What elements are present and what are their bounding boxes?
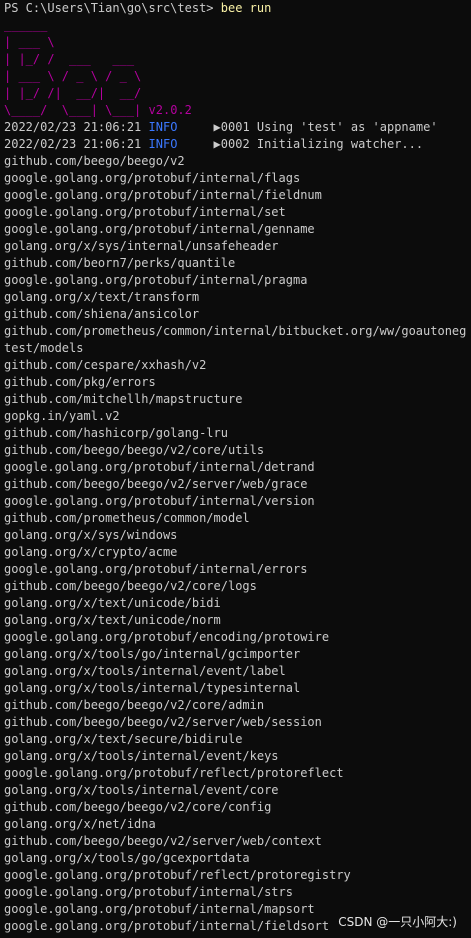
package-line: github.com/beego/beego/v2/core/logs [4,579,257,593]
package-line: golang.org/x/text/unicode/norm [4,613,221,627]
logo-line: ______ [4,18,48,32]
package-line: google.golang.org/protobuf/internal/erro… [4,562,308,576]
prompt-line: PS C:\Users\Tian\go\src\test> bee run [4,0,471,17]
logo-line: | ___ \ / _ \ / _ \ [4,69,142,83]
package-line: github.com/beego/beego/v2 [4,154,185,168]
log-line: 2022/02/23 21:06:21 INFO ▶0002 Initializ… [4,136,471,153]
logo-line: | |_/ / ___ ___ [4,52,135,66]
package-line: github.com/prometheus/common/model [4,511,250,525]
package-line: github.com/hashicorp/golang-lru [4,426,228,440]
watermark: CSDN @一只小阿大:) [338,915,457,929]
package-line: golang.org/x/text/transform [4,290,200,304]
package-line: google.golang.org/protobuf/internal/detr… [4,460,315,474]
log-line: 2022/02/23 21:06:21 INFO ▶0001 Using 'te… [4,119,471,136]
package-line: golang.org/x/tools/go/gcexportdata [4,851,250,865]
prompt-command: bee run [220,1,272,15]
package-list: github.com/beego/beego/v2 google.golang.o… [4,153,471,935]
log-timestamp: 2022/02/23 21:06:21 [4,120,142,134]
package-line: github.com/beego/beego/v2/core/config [4,800,272,814]
bee-logo: ______ | ___ \ | |_/ / ___ ___ | ___ \ /… [4,17,471,119]
bee-version: v2.0.2 [148,103,192,117]
play-arrow-icon: ▶ [213,120,221,134]
package-line: github.com/prometheus/common/internal/bi… [4,324,467,338]
logo-line: | ___ \ [4,35,55,49]
package-line: github.com/pkg/errors [4,375,156,389]
logo-line-last: \____/ \___| \___| v2.0.2 [4,102,471,119]
logo-line: | |_/ /| __/| __/ [4,86,142,100]
prompt-path: PS C:\Users\Tian\go\src\test> [4,1,214,15]
package-line: golang.org/x/crypto/acme [4,545,178,559]
play-arrow-icon: ▶ [213,137,221,151]
package-line: golang.org/x/net/idna [4,817,156,831]
package-line: golang.org/x/tools/internal/event/core [4,783,279,797]
log-lines: 2022/02/23 21:06:21 INFO ▶0001 Using 'te… [4,119,471,153]
package-line: golang.org/x/text/secure/bidirule [4,732,243,746]
package-line: github.com/beego/beego/v2/server/web/ses… [4,715,322,729]
package-line: google.golang.org/protobuf/internal/fiel… [4,188,322,202]
log-level: INFO [148,120,178,134]
package-line: google.golang.org/protobuf/reflect/proto… [4,766,344,780]
package-line: golang.org/x/tools/internal/typesinterna… [4,681,301,695]
log-level: INFO [148,137,178,151]
package-line: github.com/beego/beego/v2/server/web/gra… [4,477,308,491]
log-timestamp: 2022/02/23 21:06:21 [4,137,142,151]
package-line: google.golang.org/protobuf/internal/set [4,205,286,219]
package-line: github.com/beego/beego/v2/server/web/con… [4,834,322,848]
package-line: github.com/mitchellh/mapstructure [4,392,243,406]
log-code: 0001 [220,120,250,134]
package-line: google.golang.org/protobuf/internal/vers… [4,494,315,508]
package-line: github.com/shiena/ansicolor [4,307,200,321]
package-line: google.golang.org/protobuf/internal/strs [4,885,293,899]
package-line: github.com/beorn7/perks/quantile [4,256,236,270]
terminal-output[interactable]: PS C:\Users\Tian\go\src\test> bee run __… [4,0,471,938]
package-line: github.com/beego/beego/v2/core/utils [4,443,265,457]
package-line: golang.org/x/tools/go/internal/gcimporte… [4,647,301,661]
package-line: golang.org/x/tools/internal/event/label [4,664,286,678]
package-line: google.golang.org/protobuf/encoding/prot… [4,630,330,644]
package-line: golang.org/x/tools/internal/event/keys [4,749,279,763]
log-message: Using 'test' as 'appname' [256,120,438,134]
logo-line-text: \____/ \___| \___| [4,103,142,117]
package-line: golang.org/x/sys/windows [4,528,178,542]
log-code: 0002 [220,137,250,151]
package-line: golang.org/x/sys/internal/unsafeheader [4,239,279,253]
package-line: test/models [4,341,84,355]
package-line: google.golang.org/protobuf/internal/prag… [4,273,308,287]
log-message: Initializing watcher... [256,137,424,151]
package-line: google.golang.org/protobuf/internal/genn… [4,222,315,236]
package-line: google.golang.org/protobuf/internal/flag… [4,171,301,185]
package-line: google.golang.org/protobuf/reflect/proto… [4,868,351,882]
package-line: golang.org/x/text/unicode/bidi [4,596,221,610]
package-line: github.com/cespare/xxhash/v2 [4,358,207,372]
package-line: gopkg.in/yaml.v2 [4,409,120,423]
package-line: github.com/beego/beego/v2/core/admin [4,698,265,712]
